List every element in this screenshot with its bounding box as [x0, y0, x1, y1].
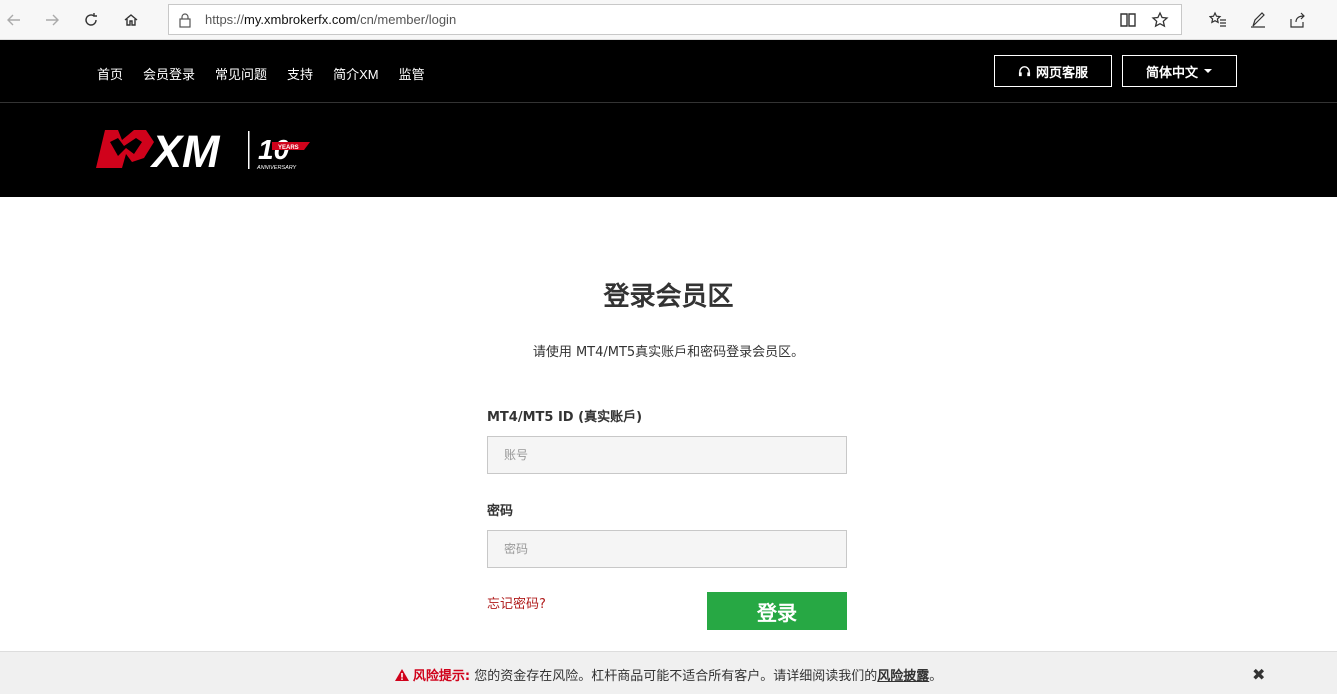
- live-chat-label: 网页客服: [1035, 64, 1088, 80]
- nav-home[interactable]: 首页: [97, 64, 123, 83]
- svg-text:ANNIVERSARY: ANNIVERSARY: [256, 165, 297, 171]
- nav-support[interactable]: 支持: [287, 64, 313, 83]
- risk-disclosure-link[interactable]: 风险披露: [877, 669, 929, 684]
- xm-logo[interactable]: XM 10 YEARS ANNIVERSARY: [96, 128, 312, 172]
- pen-icon[interactable]: [1244, 6, 1272, 34]
- risk-warning-text: 风险提示: 您的资金存在风险。杠杆商品可能不适合所有客户。请详细阅读我们的风险披…: [0, 665, 1337, 684]
- risk-warning-prefix: 风险提示:: [412, 669, 471, 684]
- account-id-input[interactable]: [487, 436, 847, 474]
- nav-divider: [0, 102, 1337, 103]
- main-nav: 首页 会员登录 常见问题 支持 简介XM 监管: [97, 64, 425, 83]
- live-chat-button[interactable]: 网页客服: [994, 55, 1112, 87]
- account-id-label: MT4/MT5 ID (真实账戶): [487, 410, 643, 425]
- headset-icon: [1018, 65, 1031, 76]
- home-icon[interactable]: [117, 6, 145, 34]
- site-header: 首页 会员登录 常见问题 支持 简介XM 监管 网页客服 简体中文 XM 10 …: [0, 40, 1337, 197]
- forgot-password-link[interactable]: 忘记密码?: [487, 593, 546, 612]
- nav-about-xm[interactable]: 简介XM: [333, 64, 379, 83]
- risk-warning-banner: 风险提示: 您的资金存在风险。杠杆商品可能不适合所有客户。请详细阅读我们的风险披…: [0, 651, 1337, 694]
- favorites-list-icon[interactable]: [1204, 6, 1232, 34]
- login-button[interactable]: 登录: [707, 592, 847, 630]
- risk-warning-body: 您的资金存在风险。杠杆商品可能不适合所有客户。请详细阅读我们的: [470, 669, 878, 684]
- risk-warning-suffix: 。: [929, 669, 943, 684]
- refresh-icon[interactable]: [77, 6, 105, 34]
- page-subtitle: 请使用 MT4/MT5真实账戶和密码登录会员区。: [532, 345, 805, 360]
- svg-text:XM: XM: [149, 128, 221, 172]
- back-icon[interactable]: [0, 6, 28, 34]
- page-title: 登录会员区: [603, 282, 734, 312]
- favorite-star-icon[interactable]: [1151, 11, 1169, 29]
- nav-member-login[interactable]: 会员登录: [143, 64, 195, 83]
- share-icon[interactable]: [1283, 6, 1311, 34]
- lock-icon: [179, 13, 191, 28]
- reading-view-icon[interactable]: [1119, 11, 1137, 29]
- nav-faq[interactable]: 常见问题: [215, 64, 267, 83]
- address-bar[interactable]: https://my.xmbrokerfx.com/cn/member/logi…: [168, 4, 1182, 35]
- language-label: 简体中文: [1145, 64, 1198, 80]
- password-input[interactable]: [487, 530, 847, 568]
- forward-icon[interactable]: [38, 6, 66, 34]
- password-label: 密码: [487, 504, 514, 519]
- nav-regulation[interactable]: 监管: [399, 64, 425, 83]
- svg-text:YEARS: YEARS: [278, 145, 299, 151]
- browser-toolbar: https://my.xmbrokerfx.com/cn/member/logi…: [0, 0, 1337, 40]
- close-icon[interactable]: ✖: [1252, 665, 1265, 684]
- warning-triangle-icon: [394, 669, 409, 681]
- language-select[interactable]: 简体中文: [1122, 55, 1237, 87]
- caret-down-icon: [1204, 69, 1212, 73]
- url-text: https://my.xmbrokerfx.com/cn/member/logi…: [205, 12, 457, 27]
